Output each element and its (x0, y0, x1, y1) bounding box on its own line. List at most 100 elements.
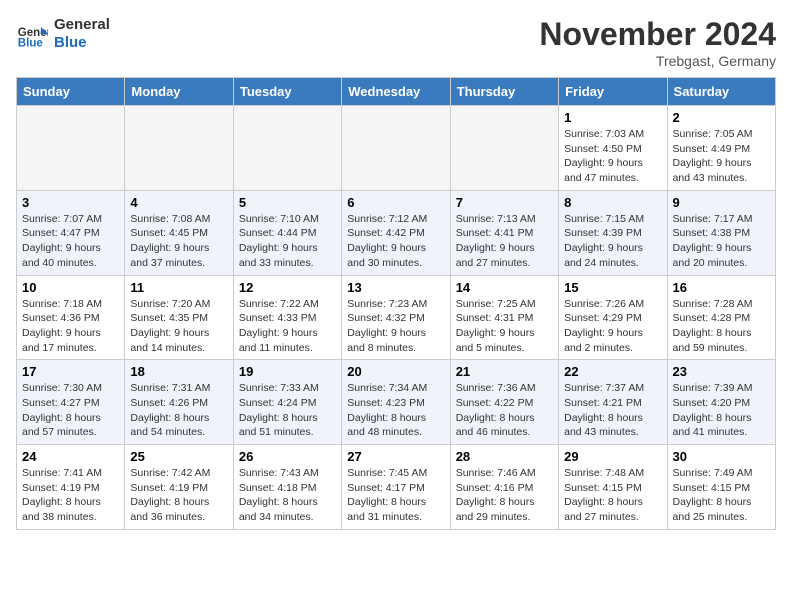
calendar-cell: 22 Sunrise: 7:37 AM Sunset: 4:21 PM Dayli… (559, 360, 667, 445)
day-number: 30 (673, 449, 770, 464)
calendar-cell: 27 Sunrise: 7:45 AM Sunset: 4:17 PM Dayli… (342, 445, 450, 530)
calendar-cell: 14Sunrise: 7:25 AM Sunset: 4:31 PM Dayli… (450, 275, 558, 360)
month-title: November 2024 (539, 16, 776, 53)
calendar-cell: 4 Sunrise: 7:08 AM Sunset: 4:45 PM Daylig… (125, 190, 233, 275)
weekday-header-friday: Friday (559, 78, 667, 106)
day-info: Sunrise: 7:42 AM Sunset: 4:19 PM Dayligh… (130, 466, 227, 525)
day-info: Sunrise: 7:41 AM Sunset: 4:19 PM Dayligh… (22, 466, 119, 525)
day-number: 8 (564, 195, 661, 210)
day-number: 12 (239, 280, 336, 295)
day-number: 21 (456, 364, 553, 379)
day-info: Sunrise: 7:34 AM Sunset: 4:23 PM Dayligh… (347, 381, 444, 440)
day-number: 4 (130, 195, 227, 210)
day-number: 3 (22, 195, 119, 210)
logo-text-blue: Blue (54, 34, 110, 52)
day-info: Sunrise: 7:20 AM Sunset: 4:35 PM Dayligh… (130, 297, 227, 356)
day-info: Sunrise: 7:30 AM Sunset: 4:27 PM Dayligh… (22, 381, 119, 440)
calendar-cell (342, 106, 450, 191)
weekday-header-saturday: Saturday (667, 78, 775, 106)
weekday-header-wednesday: Wednesday (342, 78, 450, 106)
day-info: Sunrise: 7:12 AM Sunset: 4:42 PM Dayligh… (347, 212, 444, 271)
day-number: 22 (564, 364, 661, 379)
logo-text-general: General (54, 16, 110, 34)
calendar-cell: 15Sunrise: 7:26 AM Sunset: 4:29 PM Dayli… (559, 275, 667, 360)
calendar-cell (233, 106, 341, 191)
day-info: Sunrise: 7:49 AM Sunset: 4:15 PM Dayligh… (673, 466, 770, 525)
calendar-cell: 6Sunrise: 7:12 AM Sunset: 4:42 PM Daylig… (342, 190, 450, 275)
calendar-cell (17, 106, 125, 191)
day-number: 17 (22, 364, 119, 379)
weekday-header-tuesday: Tuesday (233, 78, 341, 106)
calendar-cell: 28 Sunrise: 7:46 AM Sunset: 4:16 PM Dayli… (450, 445, 558, 530)
calendar-cell: 26Sunrise: 7:43 AM Sunset: 4:18 PM Dayli… (233, 445, 341, 530)
page-header: General Blue General Blue November 2024 … (16, 16, 776, 69)
calendar-cell: 13 Sunrise: 7:23 AM Sunset: 4:32 PM Dayli… (342, 275, 450, 360)
day-info: Sunrise: 7:22 AM Sunset: 4:33 PM Dayligh… (239, 297, 336, 356)
calendar-cell: 5Sunrise: 7:10 AM Sunset: 4:44 PM Daylig… (233, 190, 341, 275)
day-number: 10 (22, 280, 119, 295)
day-number: 13 (347, 280, 444, 295)
day-info: Sunrise: 7:18 AM Sunset: 4:36 PM Dayligh… (22, 297, 119, 356)
day-number: 28 (456, 449, 553, 464)
day-info: Sunrise: 7:17 AM Sunset: 4:38 PM Dayligh… (673, 212, 770, 271)
day-number: 2 (673, 110, 770, 125)
calendar-cell: 3 Sunrise: 7:07 AM Sunset: 4:47 PM Daylig… (17, 190, 125, 275)
day-number: 19 (239, 364, 336, 379)
day-info: Sunrise: 7:05 AM Sunset: 4:49 PM Dayligh… (673, 127, 770, 186)
day-number: 24 (22, 449, 119, 464)
calendar-cell (450, 106, 558, 191)
calendar-cell: 12 Sunrise: 7:22 AM Sunset: 4:33 PM Dayli… (233, 275, 341, 360)
calendar-cell: 29 Sunrise: 7:48 AM Sunset: 4:15 PM Dayli… (559, 445, 667, 530)
day-info: Sunrise: 7:28 AM Sunset: 4:28 PM Dayligh… (673, 297, 770, 356)
calendar-cell: 11 Sunrise: 7:20 AM Sunset: 4:35 PM Dayli… (125, 275, 233, 360)
day-info: Sunrise: 7:37 AM Sunset: 4:21 PM Dayligh… (564, 381, 661, 440)
day-info: Sunrise: 7:07 AM Sunset: 4:47 PM Dayligh… (22, 212, 119, 271)
day-info: Sunrise: 7:48 AM Sunset: 4:15 PM Dayligh… (564, 466, 661, 525)
calendar-cell: 19 Sunrise: 7:33 AM Sunset: 4:24 PM Dayli… (233, 360, 341, 445)
day-number: 9 (673, 195, 770, 210)
calendar-cell: 20Sunrise: 7:34 AM Sunset: 4:23 PM Dayli… (342, 360, 450, 445)
calendar-cell: 1Sunrise: 7:03 AM Sunset: 4:50 PM Daylig… (559, 106, 667, 191)
calendar-cell: 10 Sunrise: 7:18 AM Sunset: 4:36 PM Dayli… (17, 275, 125, 360)
day-number: 18 (130, 364, 227, 379)
title-block: November 2024 Trebgast, Germany (539, 16, 776, 69)
day-number: 16 (673, 280, 770, 295)
calendar-cell: 21 Sunrise: 7:36 AM Sunset: 4:22 PM Dayli… (450, 360, 558, 445)
day-info: Sunrise: 7:15 AM Sunset: 4:39 PM Dayligh… (564, 212, 661, 271)
calendar-cell: 25 Sunrise: 7:42 AM Sunset: 4:19 PM Dayli… (125, 445, 233, 530)
day-number: 25 (130, 449, 227, 464)
day-number: 27 (347, 449, 444, 464)
day-info: Sunrise: 7:23 AM Sunset: 4:32 PM Dayligh… (347, 297, 444, 356)
day-number: 29 (564, 449, 661, 464)
day-info: Sunrise: 7:43 AM Sunset: 4:18 PM Dayligh… (239, 466, 336, 525)
svg-text:Blue: Blue (18, 37, 44, 49)
day-info: Sunrise: 7:36 AM Sunset: 4:22 PM Dayligh… (456, 381, 553, 440)
day-info: Sunrise: 7:33 AM Sunset: 4:24 PM Dayligh… (239, 381, 336, 440)
weekday-header-thursday: Thursday (450, 78, 558, 106)
day-info: Sunrise: 7:39 AM Sunset: 4:20 PM Dayligh… (673, 381, 770, 440)
weekday-header-sunday: Sunday (17, 78, 125, 106)
calendar-cell: 23Sunrise: 7:39 AM Sunset: 4:20 PM Dayli… (667, 360, 775, 445)
location: Trebgast, Germany (539, 53, 776, 69)
calendar-table: SundayMondayTuesdayWednesdayThursdayFrid… (16, 77, 776, 530)
calendar-cell: 7 Sunrise: 7:13 AM Sunset: 4:41 PM Daylig… (450, 190, 558, 275)
calendar-cell: 16 Sunrise: 7:28 AM Sunset: 4:28 PM Dayli… (667, 275, 775, 360)
weekday-header-monday: Monday (125, 78, 233, 106)
day-info: Sunrise: 7:31 AM Sunset: 4:26 PM Dayligh… (130, 381, 227, 440)
day-info: Sunrise: 7:08 AM Sunset: 4:45 PM Dayligh… (130, 212, 227, 271)
calendar-cell: 24 Sunrise: 7:41 AM Sunset: 4:19 PM Dayli… (17, 445, 125, 530)
calendar-cell: 2 Sunrise: 7:05 AM Sunset: 4:49 PM Daylig… (667, 106, 775, 191)
calendar-cell: 17 Sunrise: 7:30 AM Sunset: 4:27 PM Dayli… (17, 360, 125, 445)
day-number: 11 (130, 280, 227, 295)
calendar-cell: 18 Sunrise: 7:31 AM Sunset: 4:26 PM Dayli… (125, 360, 233, 445)
logo: General Blue General Blue (16, 16, 110, 52)
day-info: Sunrise: 7:10 AM Sunset: 4:44 PM Dayligh… (239, 212, 336, 271)
day-info: Sunrise: 7:13 AM Sunset: 4:41 PM Dayligh… (456, 212, 553, 271)
logo-icon: General Blue (16, 18, 48, 50)
day-number: 15 (564, 280, 661, 295)
day-number: 7 (456, 195, 553, 210)
calendar-cell: 8 Sunrise: 7:15 AM Sunset: 4:39 PM Daylig… (559, 190, 667, 275)
calendar-cell (125, 106, 233, 191)
day-info: Sunrise: 7:46 AM Sunset: 4:16 PM Dayligh… (456, 466, 553, 525)
day-info: Sunrise: 7:45 AM Sunset: 4:17 PM Dayligh… (347, 466, 444, 525)
